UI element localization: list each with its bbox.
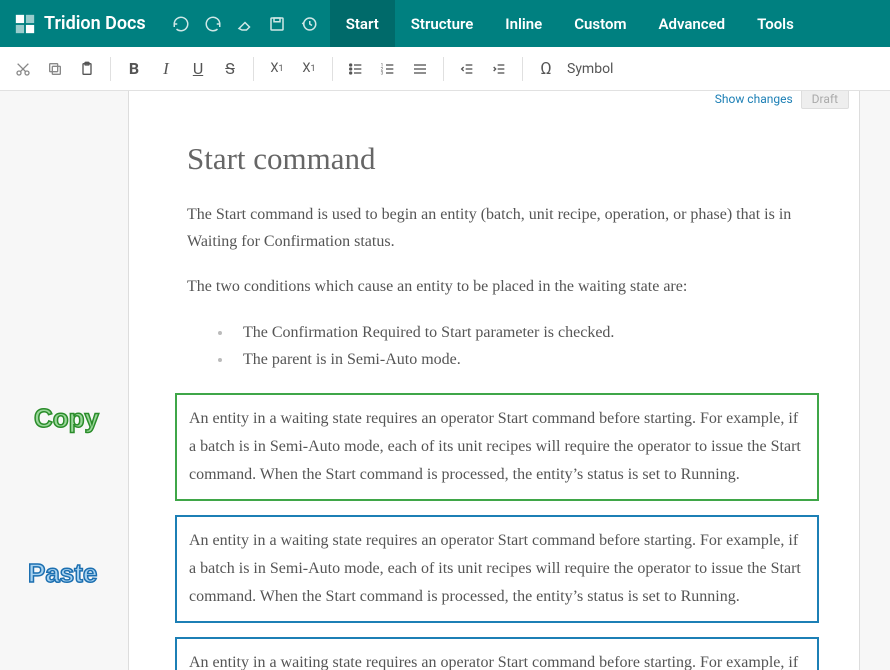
pasted-paragraph-2[interactable]: An entity in a waiting state requires an… [175,637,819,670]
document-body[interactable]: Start command The Start command is used … [129,91,859,670]
separator [253,57,254,81]
paste-icon[interactable] [72,54,102,84]
page-title[interactable]: Start command [187,141,819,177]
doc-status-strip: Show changes Draft [715,91,849,109]
menu-inline[interactable]: Inline [489,0,558,47]
superscript-button[interactable]: X1 [294,54,324,84]
overlay-copy-label: Copy [34,403,99,434]
undo-icon[interactable] [166,1,196,47]
pasted-paragraph-1[interactable]: An entity in a waiting state requires an… [175,515,819,623]
indent-icon[interactable] [484,54,514,84]
top-bar: Tridion Docs Start Structure Inline Cust… [0,0,890,47]
draft-chip[interactable]: Draft [801,91,849,109]
brand-name: Tridion Docs [44,13,146,34]
separator [443,57,444,81]
show-changes-link[interactable]: Show changes [715,92,793,106]
list-item[interactable]: The parent is in Semi-Auto mode. [233,346,819,373]
eraser-icon[interactable] [230,1,260,47]
conditions-list[interactable]: The Confirmation Required to Start param… [233,319,819,373]
cut-icon[interactable] [8,54,38,84]
menu-structure[interactable]: Structure [395,0,490,47]
numbered-list-icon[interactable]: 123 [373,54,403,84]
omega-icon[interactable]: Ω [531,54,561,84]
svg-text:3: 3 [381,70,384,76]
brand-icon [14,13,36,35]
copied-paragraph[interactable]: An entity in a waiting state requires an… [175,393,819,501]
strikethrough-button[interactable]: S [215,54,245,84]
quick-actions [160,1,330,47]
italic-button[interactable]: I [151,54,181,84]
menu-advanced[interactable]: Advanced [642,0,741,47]
menu-custom[interactable]: Custom [558,0,642,47]
align-icon[interactable] [405,54,435,84]
save-icon[interactable] [262,1,292,47]
outdent-icon[interactable] [452,54,482,84]
menu-tools[interactable]: Tools [741,0,810,47]
subscript-button[interactable]: X1 [262,54,292,84]
format-toolbar: B I U S X1 X1 123 Ω Symbol [0,47,890,91]
symbol-label[interactable]: Symbol [563,61,617,77]
list-item[interactable]: The Confirmation Required to Start param… [233,319,819,346]
history-icon[interactable] [294,1,324,47]
paragraph-conditions[interactable]: The two conditions which cause an entity… [187,273,819,300]
bulleted-list-icon[interactable] [341,54,371,84]
bold-button[interactable]: B [119,54,149,84]
brand: Tridion Docs [0,13,160,35]
separator [332,57,333,81]
main-menu: Start Structure Inline Custom Advanced T… [330,0,810,47]
overlay-paste-label: Paste [28,558,97,589]
underline-button[interactable]: U [183,54,213,84]
separator [522,57,523,81]
separator [110,57,111,81]
copy-icon[interactable] [40,54,70,84]
editor-canvas[interactable]: Show changes Draft Start command The Sta… [128,91,860,670]
menu-start[interactable]: Start [330,0,395,47]
redo-icon[interactable] [198,1,228,47]
paragraph-intro[interactable]: The Start command is used to begin an en… [187,201,819,255]
